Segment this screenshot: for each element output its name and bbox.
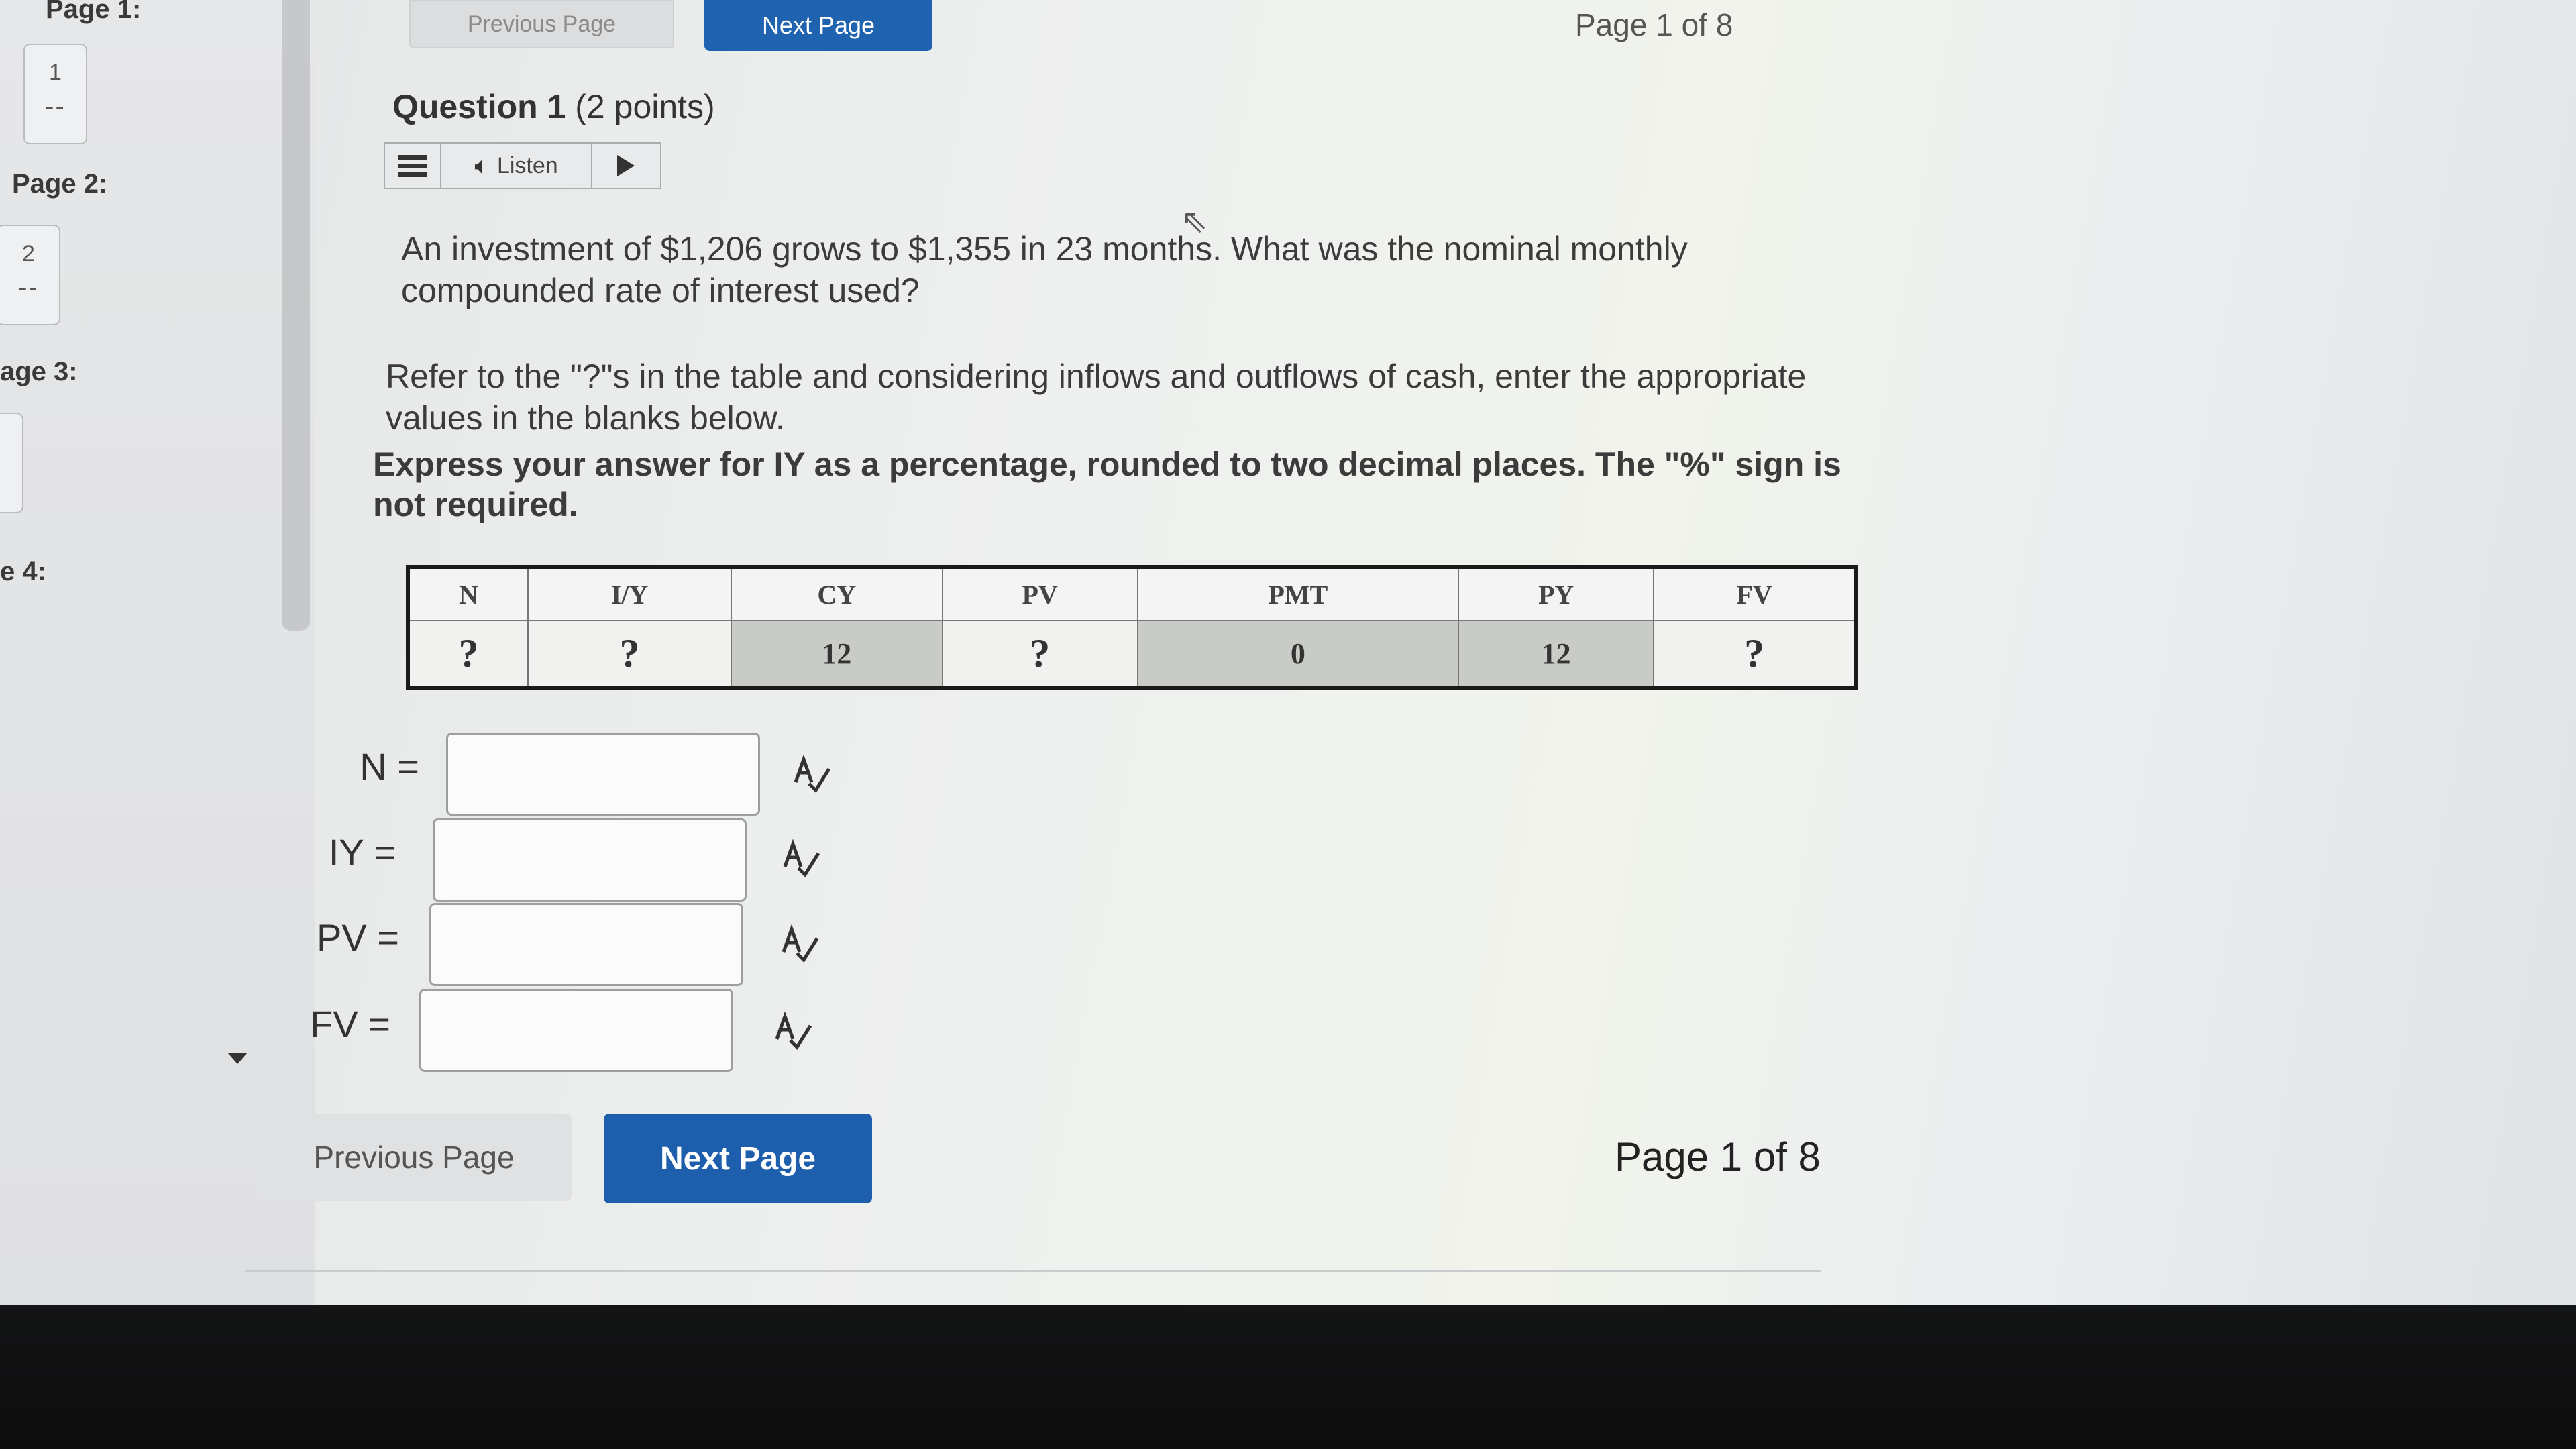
- previous-page-button-top[interactable]: Previous Page: [409, 0, 674, 48]
- tvm-value-row: ? ? 12 ? 0 12 ?: [407, 620, 1857, 688]
- iy-input[interactable]: [433, 818, 747, 902]
- page-indicator-top: Page 1 of 8: [1575, 7, 1733, 42]
- answer-format-instruction: Express your answer for IY as a percenta…: [373, 445, 1841, 523]
- question-points: (2 points): [575, 88, 715, 125]
- tvm-header-row: N I/Y CY PV PMT PY FV: [407, 566, 1857, 621]
- page-1-question-box[interactable]: 1 --: [23, 44, 87, 144]
- tvm-table: N I/Y CY PV PMT PY FV ? ? 12 ? 0 12 ?: [406, 565, 1858, 690]
- question-instruction: Refer to the "?"s in the table and consi…: [386, 358, 1807, 437]
- question-title: Question 1 (2 points): [392, 87, 715, 126]
- spellcheck-icon[interactable]: [790, 753, 833, 796]
- speaker-icon: 🔈︎: [474, 151, 489, 179]
- fv-input[interactable]: [419, 989, 733, 1072]
- tvm-header-fv: FV: [1653, 566, 1857, 621]
- page-2-question-number: 2: [22, 241, 35, 266]
- page-2-label: Page 2:: [12, 169, 108, 199]
- question-text: An investment of $1,206 grows to $1,355 …: [401, 230, 1688, 309]
- iy-label: IY =: [328, 831, 396, 873]
- sidebar-scrollbar[interactable]: [282, 0, 310, 631]
- next-page-button-top[interactable]: Next Page: [704, 0, 932, 51]
- listen-button[interactable]: 🔈︎ Listen: [441, 144, 592, 188]
- tvm-value-pv: ?: [941, 620, 1138, 688]
- tvm-header-iy: I/Y: [527, 566, 732, 621]
- tvm-header-cy: CY: [730, 566, 943, 621]
- tvm-value-cy: 12: [730, 620, 943, 688]
- tvm-header-pmt: PMT: [1136, 566, 1460, 621]
- page-1-question-number: 1: [49, 60, 62, 85]
- listen-label: Listen: [496, 152, 558, 178]
- listen-menu-button[interactable]: [385, 144, 441, 188]
- n-label: N =: [360, 745, 419, 788]
- page-1-label: Page 1:: [46, 0, 142, 24]
- tvm-value-fv: ?: [1653, 620, 1857, 688]
- page-navigation-sidebar: Page 1: 1 -- Page 2: 2 -- age 3: e 4:: [0, 0, 315, 1305]
- spellcheck-icon[interactable]: [780, 837, 822, 880]
- monitor-bezel: [0, 1305, 2576, 1449]
- hamburger-menu-icon: [398, 151, 427, 181]
- page-3-label: age 3:: [0, 357, 78, 386]
- n-input[interactable]: [446, 733, 760, 816]
- tvm-header-n: N: [407, 566, 529, 621]
- page-4-label: e 4:: [0, 557, 46, 586]
- play-button[interactable]: [592, 144, 659, 188]
- spellcheck-icon[interactable]: [771, 1010, 814, 1053]
- spellcheck-icon[interactable]: [778, 922, 821, 965]
- pv-label: PV =: [317, 916, 399, 959]
- page-indicator: Page 1 of 8: [1615, 1134, 1821, 1179]
- page-1-question-status: --: [45, 92, 66, 121]
- page-3-question-box[interactable]: [0, 413, 23, 513]
- fv-label: FV =: [310, 1003, 390, 1045]
- tvm-value-py: 12: [1458, 620, 1655, 688]
- page-2-question-status: --: [18, 273, 39, 303]
- question-number: Question 1: [392, 88, 566, 125]
- scroll-down-arrow-icon[interactable]: [228, 1053, 247, 1064]
- page-2-question-box[interactable]: 2 --: [0, 225, 60, 325]
- tvm-header-py: PY: [1458, 566, 1655, 621]
- pv-input[interactable]: [429, 903, 743, 986]
- tvm-value-iy: ?: [527, 620, 732, 688]
- play-icon: [617, 155, 635, 176]
- tvm-value-pmt: 0: [1136, 620, 1460, 688]
- tvm-header-pv: PV: [941, 566, 1138, 621]
- previous-page-button[interactable]: Previous Page: [256, 1114, 572, 1201]
- readspeaker-toolbar: 🔈︎ Listen: [384, 142, 661, 189]
- next-page-button[interactable]: Next Page: [604, 1114, 872, 1203]
- footer-divider: [245, 1270, 1821, 1272]
- tvm-value-n: ?: [407, 620, 529, 688]
